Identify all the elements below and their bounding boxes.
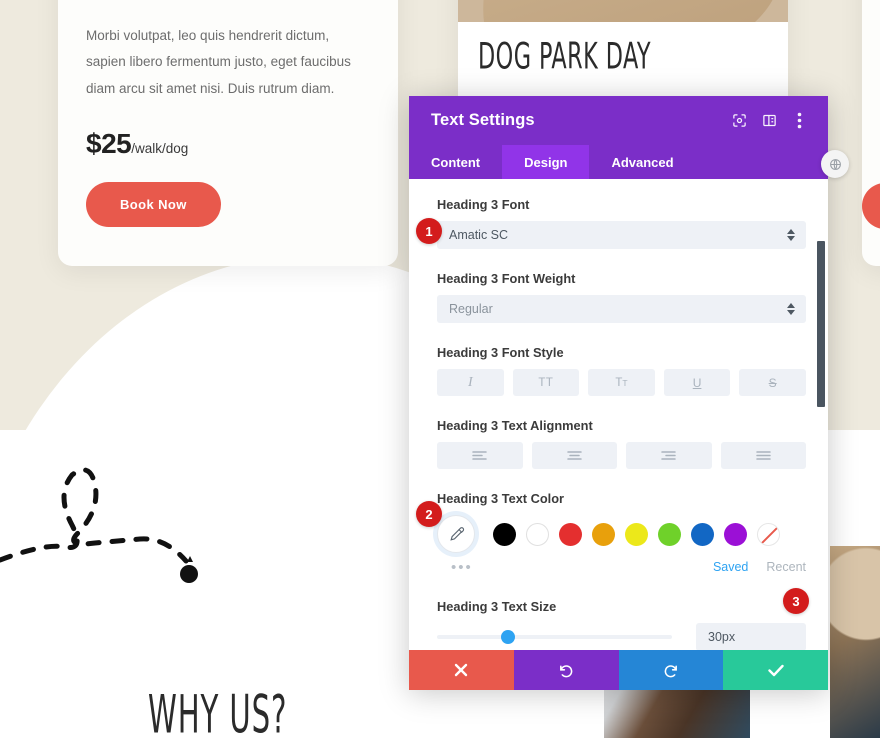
modal-header: Text Settings: [409, 96, 828, 145]
label-heading3-font-weight: Heading 3 Font Weight: [437, 271, 576, 286]
page-root: Dog Walking Morbi volutpat, leo quis hen…: [0, 0, 880, 738]
dashed-path-decoration: [0, 467, 198, 583]
modal-tab-bar: Content Design Advanced: [409, 145, 828, 179]
module-settings-circle-icon[interactable]: [821, 150, 849, 178]
chevron-updown-icon: [787, 303, 795, 315]
italic-icon[interactable]: I: [437, 369, 504, 396]
swatch-black[interactable]: [493, 522, 516, 546]
pricing-card-dog-walking: Dog Walking Morbi volutpat, leo quis hen…: [58, 0, 398, 266]
align-center-icon[interactable]: [531, 442, 617, 469]
swatch-white[interactable]: [526, 522, 549, 546]
path-end-dot: [180, 565, 198, 583]
modal-footer: [409, 650, 828, 690]
text-size-control-row: 30px: [437, 623, 806, 650]
underline-icon[interactable]: U: [663, 369, 731, 396]
dog-photo-large: [830, 546, 880, 738]
label-heading3-font: Heading 3 Font: [437, 197, 530, 212]
align-right-icon[interactable]: [626, 442, 712, 469]
heading3-font-weight-value: Regular: [449, 302, 493, 316]
label-heading3-font-style: Heading 3 Font Style: [437, 345, 564, 360]
small-caps-icon[interactable]: TT: [588, 369, 655, 396]
annotation-badge-1: 1: [416, 218, 442, 244]
redo-button[interactable]: [618, 650, 724, 690]
undo-button[interactable]: [513, 650, 619, 690]
color-row-secondary: ••• Saved Recent: [437, 557, 806, 577]
tab-design[interactable]: Design: [502, 145, 590, 179]
book-now-button[interactable]: Book Now: [86, 181, 221, 227]
modal-title: Text Settings: [431, 111, 535, 129]
swatch-red[interactable]: [559, 522, 582, 546]
layout-panel-icon[interactable]: [754, 106, 784, 136]
annotation-badge-2: 2: [416, 501, 442, 527]
color-tab-recent[interactable]: Recent: [766, 560, 806, 574]
pricing-card-title: Dog Walking: [86, 0, 347, 6]
label-heading3-text-color: Heading 3 Text Color: [437, 491, 565, 506]
modal-scrollbar[interactable]: [817, 179, 825, 650]
color-tab-group: Saved Recent: [713, 560, 806, 574]
dog-park-photo: [458, 0, 788, 22]
annotation-badge-3: 3: [783, 588, 809, 614]
tab-advanced[interactable]: Advanced: [589, 145, 695, 179]
text-size-slider-knob[interactable]: [500, 630, 515, 644]
swatch-purple[interactable]: [724, 522, 747, 546]
text-size-input[interactable]: 30px: [696, 623, 806, 650]
color-tab-saved[interactable]: Saved: [713, 560, 748, 574]
strikethrough-icon[interactable]: S: [739, 369, 806, 396]
modal-scrollbar-thumb[interactable]: [817, 241, 825, 407]
chevron-updown-icon: [787, 229, 795, 241]
save-button[interactable]: [723, 650, 828, 690]
more-colors-icon[interactable]: •••: [451, 559, 473, 576]
swatch-blue[interactable]: [691, 522, 714, 546]
text-settings-modal: Text Settings Content Design Advanced He…: [409, 96, 828, 690]
color-swatch-row: [437, 515, 806, 553]
why-us-heading: Why Us?: [148, 686, 288, 738]
label-heading3-text-alignment: Heading 3 Text Alignment: [437, 418, 593, 433]
pricing-card-price: $25/walk/dog: [86, 128, 370, 160]
tab-content[interactable]: Content: [409, 145, 502, 179]
text-alignment-button-row: [437, 442, 806, 469]
align-left-icon[interactable]: [437, 442, 523, 469]
heading3-font-select[interactable]: Amatic SC: [437, 221, 806, 249]
modal-body: Heading 3 Font Amatic SC Heading 3 Font …: [409, 179, 828, 650]
price-amount: $25: [86, 127, 132, 159]
blog-card-title: Dog Park Day: [478, 36, 651, 78]
focus-icon[interactable]: [724, 106, 754, 136]
text-size-slider[interactable]: [437, 630, 672, 644]
align-justify-icon[interactable]: [720, 442, 806, 469]
swatch-green[interactable]: [658, 522, 681, 546]
swatch-orange[interactable]: [592, 522, 615, 546]
label-heading3-text-size: Heading 3 Text Size: [437, 599, 557, 614]
uppercase-icon[interactable]: TT: [512, 369, 580, 396]
more-options-icon[interactable]: [784, 106, 814, 136]
price-unit: /walk/dog: [131, 140, 189, 156]
heading3-font-weight-select[interactable]: Regular: [437, 295, 806, 323]
heading3-font-value: Amatic SC: [449, 228, 509, 242]
cancel-button[interactable]: [409, 650, 514, 690]
blog-card-dog-park-day: Dog Park Day: [458, 0, 788, 110]
font-style-button-row: I TT TT U S: [437, 369, 806, 396]
swatch-none[interactable]: [757, 522, 780, 546]
pricing-card-body: Morbi volutpat, leo quis hendrerit dictu…: [86, 28, 351, 96]
swatch-yellow[interactable]: [625, 522, 648, 546]
eyedropper-icon[interactable]: [437, 515, 475, 553]
